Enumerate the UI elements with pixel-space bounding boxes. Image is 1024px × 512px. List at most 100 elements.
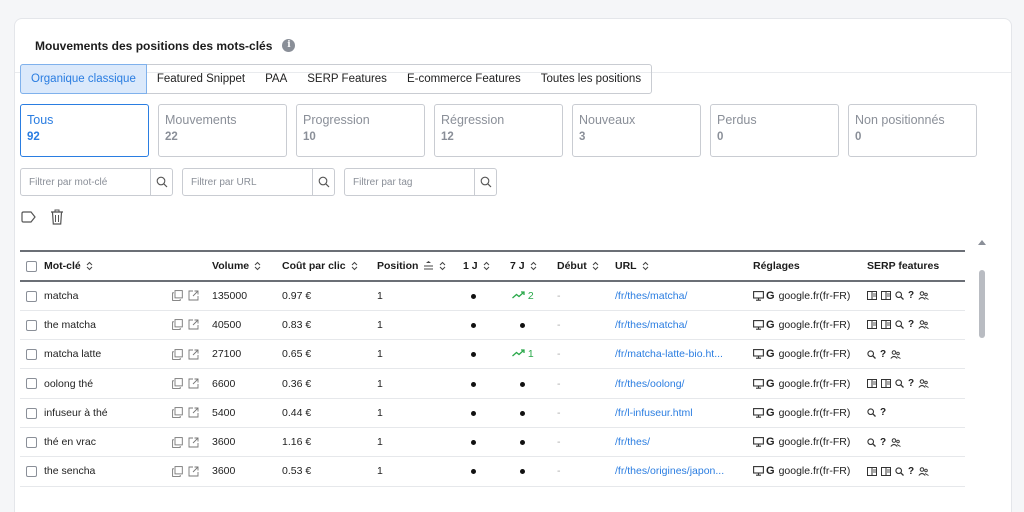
stat-non-positionnes[interactable]: Non positionnés 0 — [848, 104, 977, 157]
stat-regression[interactable]: Régression 12 — [434, 104, 563, 157]
search-icon[interactable] — [150, 169, 172, 195]
search-icon[interactable] — [312, 169, 334, 195]
col-debut[interactable]: Début — [557, 250, 615, 282]
stat-mouvements[interactable]: Mouvements 22 — [158, 104, 287, 157]
scroll-thumb[interactable] — [979, 270, 985, 338]
url-link[interactable]: /fr/thes/matcha/ — [615, 319, 753, 331]
serp-features: ? — [867, 466, 965, 477]
search-icon[interactable] — [474, 169, 496, 195]
serp-features: ? — [867, 437, 965, 448]
sort-icon[interactable] — [642, 261, 649, 271]
serp-features: ? — [867, 407, 965, 418]
external-link-icon[interactable] — [188, 378, 199, 389]
col-7j[interactable]: 7 J — [510, 250, 557, 282]
url-link[interactable]: /fr/matcha-latte-bio.ht... — [615, 348, 753, 360]
trash-icon[interactable] — [48, 208, 66, 226]
url-link[interactable]: /fr/thes/oolong/ — [615, 378, 753, 390]
external-link-icon[interactable] — [188, 407, 199, 418]
start-cell: - — [557, 465, 561, 478]
engine-label: google.fr(fr-FR) — [778, 348, 851, 361]
tag-filter-input[interactable] — [345, 169, 474, 195]
col-cpc[interactable]: Coût par clic — [282, 250, 377, 282]
row-checkbox[interactable] — [26, 348, 37, 360]
table-row: the matcha 40500 0.83 €1 - /fr/thes/matcha/G… — [20, 310, 965, 341]
sort-icon[interactable] — [439, 261, 446, 271]
url-link[interactable]: /fr/thes/ — [615, 436, 753, 448]
table-row: matcha latte 27100 0.65 €1 1-/fr/matcha-la… — [20, 339, 965, 370]
people-icon — [918, 320, 929, 330]
sort-icon[interactable] — [530, 261, 537, 271]
desktop-icon — [753, 290, 764, 301]
col-keyword[interactable]: Mot-clé — [44, 250, 172, 282]
scroll-up-icon[interactable] — [978, 240, 986, 245]
col-reglages: Réglages — [753, 250, 867, 282]
table-scrollbar[interactable] — [978, 240, 986, 494]
search-icon — [895, 379, 904, 388]
tag-icon[interactable] — [20, 208, 38, 226]
tab-paa[interactable]: PAA — [255, 65, 297, 93]
stat-label: Mouvements — [165, 113, 237, 127]
sort-icon[interactable] — [483, 261, 490, 271]
sort-ascending-icon[interactable] — [423, 261, 434, 271]
stat-value: 10 — [303, 131, 316, 143]
trend-cell: 2 — [512, 290, 534, 302]
cpc-cell: 0.36 € — [282, 368, 377, 399]
copy-icon[interactable] — [172, 436, 183, 448]
stat-perdus[interactable]: Perdus 0 — [710, 104, 839, 157]
row-checkbox[interactable] — [26, 290, 37, 302]
copy-icon[interactable] — [172, 466, 183, 477]
people-icon — [918, 379, 929, 388]
search-icon — [867, 350, 876, 359]
tab-featured-snippet[interactable]: Featured Snippet — [147, 65, 255, 93]
stat-value: 0 — [717, 131, 724, 143]
tab-toutes-positions[interactable]: Toutes les positions — [531, 65, 651, 93]
keyword-cell: oolong thé — [44, 368, 172, 399]
select-all-checkbox[interactable] — [26, 260, 37, 272]
row-checkbox[interactable] — [26, 436, 37, 448]
tab-organique-classique[interactable]: Organique classique — [20, 64, 147, 94]
people-icon — [890, 349, 901, 359]
external-link-icon[interactable] — [188, 349, 199, 360]
url-link[interactable]: /fr/thes/origines/japon... — [615, 465, 753, 477]
col-volume[interactable]: Volume — [212, 250, 282, 282]
sort-icon[interactable] — [86, 261, 93, 271]
copy-icon[interactable] — [172, 290, 183, 302]
external-link-icon[interactable] — [188, 466, 199, 477]
url-link[interactable]: /fr/thes/matcha/ — [615, 290, 753, 302]
sort-icon[interactable] — [592, 261, 599, 271]
external-link-icon[interactable] — [188, 319, 199, 330]
row-checkbox[interactable] — [26, 319, 37, 331]
url-filter-input[interactable] — [183, 169, 312, 195]
row-checkbox[interactable] — [26, 407, 37, 419]
no-change-dot — [520, 440, 525, 446]
keyword-cell: infuseur à thé — [44, 398, 172, 428]
question-icon: ? — [880, 436, 887, 448]
engine-label: google.fr(fr-FR) — [778, 406, 851, 419]
row-checkbox[interactable] — [26, 378, 37, 390]
cpc-cell: 0.65 € — [282, 339, 377, 370]
url-link[interactable]: /fr/l-infuseur.html — [615, 407, 753, 419]
external-link-icon[interactable] — [188, 290, 199, 301]
trend-up-icon — [512, 290, 525, 302]
row-checkbox[interactable] — [26, 466, 37, 478]
copy-icon[interactable] — [172, 348, 183, 360]
tab-serp-features[interactable]: SERP Features — [297, 65, 397, 93]
copy-icon[interactable] — [172, 378, 183, 389]
stat-nouveaux[interactable]: Nouveaux 3 — [572, 104, 701, 157]
col-position[interactable]: Position — [377, 250, 463, 282]
stat-progression[interactable]: Progression 10 — [296, 104, 425, 157]
external-link-icon[interactable] — [188, 437, 199, 448]
sort-icon[interactable] — [254, 261, 261, 271]
search-icon — [867, 408, 876, 418]
keyword-filter-input[interactable] — [21, 169, 150, 195]
stat-tous[interactable]: Tous 92 — [20, 104, 149, 157]
info-icon[interactable]: i — [282, 39, 296, 52]
panel-icon — [881, 379, 891, 389]
col-url[interactable]: URL — [615, 250, 753, 282]
position-type-tabs: Organique classique Featured Snippet PAA… — [20, 64, 653, 94]
col-1j[interactable]: 1 J — [463, 250, 510, 282]
sort-icon[interactable] — [351, 261, 358, 271]
copy-icon[interactable] — [172, 319, 183, 331]
tab-ecommerce-features[interactable]: E-commerce Features — [397, 65, 531, 93]
copy-icon[interactable] — [172, 407, 183, 419]
